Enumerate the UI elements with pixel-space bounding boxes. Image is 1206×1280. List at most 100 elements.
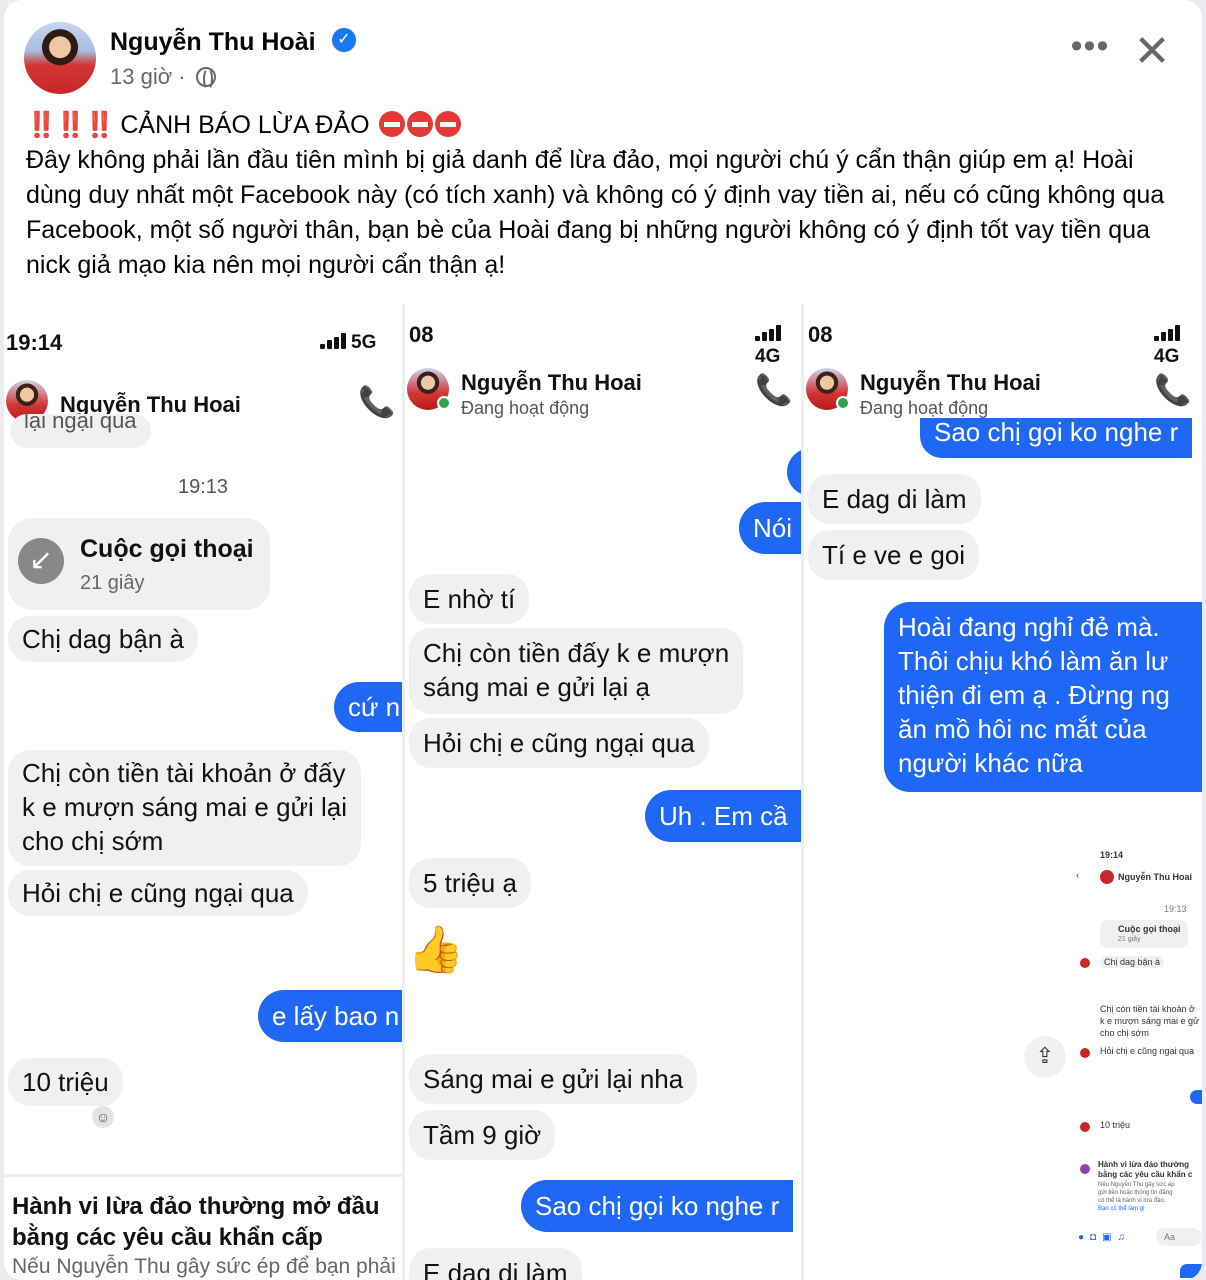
thumb-text: Hỏi chị e cũng ngại qua [1100,1046,1195,1056]
thumb-bubble [1190,1090,1202,1104]
message-incoming: Chị còn tiền tài khoản ở đấy k e mượn sá… [8,750,361,866]
thumb-text: Chị còn tiền tài khoản ở [1100,1004,1195,1014]
status-time: 08 [409,322,434,347]
thumb-text: Bạn có thể làm gì [1098,1206,1145,1212]
warning-title-line: Hành vi lừa đảo thường mở đầu [12,1193,380,1220]
signal-icon [1154,325,1180,341]
thumb-composer-icons: ●◘▣♫ [1078,1232,1132,1243]
message-incoming: Hỏi chị e cũng ngại qua [8,870,308,916]
chat-screenshot-1[interactable]: 19:14 5G Nguyễn Thu Hoai 📞 lại ngại qua … [4,304,402,1280]
message-incoming: Chị còn tiền đấy k e mượn sáng mai e gửi… [409,628,744,714]
message-line: thiện đi em ạ . Đừng ng [898,680,1170,710]
thumb-text: cho chị sớm [1100,1028,1149,1038]
voice-call-card: ↙ Cuộc gọi thoại 21 giây [8,518,270,610]
phone-call-icon: 📞 [358,386,396,419]
more-options-button[interactable]: ••• [1068,29,1112,70]
thumbs-up-icon: 👍 [407,923,465,975]
message-line: Chị còn tiền đấy k e mượn [423,638,730,668]
warning-subtitle: Nếu Nguyễn Thu gây sức ép để bạn phải [12,1255,396,1278]
thumb-text: gửi tiền hoặc thông tin đăng [1098,1190,1173,1196]
thumb-back-icon: ‹ [1076,870,1079,880]
network-label: 4G [1154,346,1180,367]
status-network: 4G [1154,324,1202,368]
post-paragraph: Đây không phải lần đầu tiên mình bị giả … [26,146,1165,279]
status-time: 08 [808,322,833,347]
message-line: Thôi chịu khó làm ăn lư [898,646,1169,676]
contact-status: Đang hoạt động [860,398,989,418]
thumb-text: bằng các yêu cầu khẩn c [1098,1170,1193,1179]
contact-status: Đang hoạt động [461,398,590,418]
status-time: 19:14 [6,330,63,355]
thumb-text: 21 giây [1118,936,1141,943]
thumb-text: k e mượn sáng mai e gử [1100,1016,1199,1026]
message-outgoing-partial: Sao chị gọi ko nghe r [920,418,1193,458]
message-outgoing: Sao chị gọi ko nghe r [521,1180,794,1232]
react-emoji-icon: ☺ [92,1106,114,1128]
author-name[interactable]: Nguyễn Thu Hoài [110,28,316,57]
message-line: ăn mồ hôi nc mắt của [898,714,1147,744]
network-label: 5G [351,332,377,353]
online-status-dot [836,396,850,410]
message-incoming: E nhờ tí [409,574,530,624]
chat-screenshot-3[interactable]: 08 4G Nguyễn Thu Hoai Đang hoạt động 📞 S… [804,304,1202,1280]
message-outgoing: Hoài đang nghỉ đẻ mà. Thôi chịu khó làm … [884,602,1202,792]
double-exclamation-icon: ‼️‼️‼️ [26,111,115,139]
status-network: 5G [320,332,376,354]
phone-call-icon: 📞 [755,374,793,407]
thumb-composer-input [1156,1228,1202,1246]
message-outgoing-partial [787,448,801,496]
post-headline: CẢNH BÁO LỪA ĐẢO [120,111,370,139]
chat-header: Nguyễn Thu Hoai Đang hoạt động 📞 [405,368,801,426]
thumb-avatar [1100,870,1114,884]
network-label: 4G [755,346,781,367]
contact-name: Nguyễn Thu Hoai [860,370,1041,395]
call-duration: 21 giây [80,572,145,594]
warning-title: Hành vi lừa đảo thường mở đầu bằng các yê… [12,1191,380,1253]
online-status-dot [437,396,451,410]
message-line: cho chị sớm [22,826,164,856]
thumb-avatar [1080,958,1090,968]
post-timestamp[interactable]: 13 giờ · [110,64,216,90]
thumb-text: Cuộc gọi thoại [1118,924,1181,934]
author-avatar[interactable] [24,22,96,94]
share-icon[interactable]: ⇪ [1024,1036,1066,1078]
thumb-text: 10 triệu [1100,1120,1131,1130]
no-entry-icon [434,111,461,137]
message-incoming-partial: lại ngại qua [10,414,151,448]
post-body: ‼️‼️‼️ CẢNH BÁO LỪA ĐẢO Đây không phải l… [26,108,1192,283]
call-title: Cuộc gọi thoại [80,535,254,563]
thumb-text: Aa [1164,1232,1176,1242]
thumb-avatar [1080,1122,1090,1132]
facebook-post-card: Nguyễn Thu Hoài ✓ 13 giờ · ••• ✕ ‼️‼️‼️ … [4,0,1202,1280]
message-incoming: Sáng mai e gửi lại nha [409,1054,698,1104]
post-time-text: 13 giờ · [110,64,186,89]
embedded-screenshot-thumbnail: 19:14 ‹ Nguyễn Thu Hoai 19:13 Cuộc gọi t… [1072,844,1202,1278]
thumb-text: 19:13 [1164,904,1187,914]
warning-title-line: bằng các yêu cầu khẩn cấp [12,1224,323,1251]
verified-badge-icon: ✓ [332,28,356,52]
chat-timestamp: 19:13 [178,476,229,498]
globe-icon [195,67,216,90]
thumb-text: Nguyễn Thu Hoai [1118,872,1192,882]
no-entry-icon [406,111,433,137]
post-photo-collage[interactable]: 19:14 5G Nguyễn Thu Hoai 📞 lại ngại qua … [4,304,1202,1280]
thumb-warning-icon [1080,1164,1090,1174]
message-incoming: Tí e ve e goi [808,530,980,580]
chat-screenshot-2[interactable]: 08 4G Nguyễn Thu Hoai Đang hoạt động 📞 N… [405,304,801,1280]
missed-call-icon: ↙ [18,538,64,584]
message-incoming: Hỏi chị e cũng ngại qua [409,718,709,768]
signal-icon [755,325,781,341]
thumb-avatar [1080,1048,1090,1058]
message-incoming: Tầm 9 giờ [409,1110,556,1160]
message-outgoing: Uh . Em cầ [645,790,801,842]
thumb-text: có thể là hành vi lừa đảo. [1098,1198,1166,1204]
close-button[interactable]: ✕ [1132,30,1172,74]
message-incoming: E dag di làm [808,474,981,524]
post-headline-row: ‼️‼️‼️ CẢNH BÁO LỪA ĐẢO [26,108,1192,143]
message-outgoing: Nói [739,502,801,554]
thumb-text: Nếu Nguyễn Thu gây sức ép [1098,1182,1175,1188]
thumb-text: Chị dag bận à [1100,956,1165,968]
message-incoming: 5 triệu ạ [409,858,531,908]
scam-warning-box[interactable]: Hành vi lừa đảo thường mở đầu bằng các yê… [4,1174,402,1280]
message-outgoing: e lấy bao n [258,990,402,1042]
